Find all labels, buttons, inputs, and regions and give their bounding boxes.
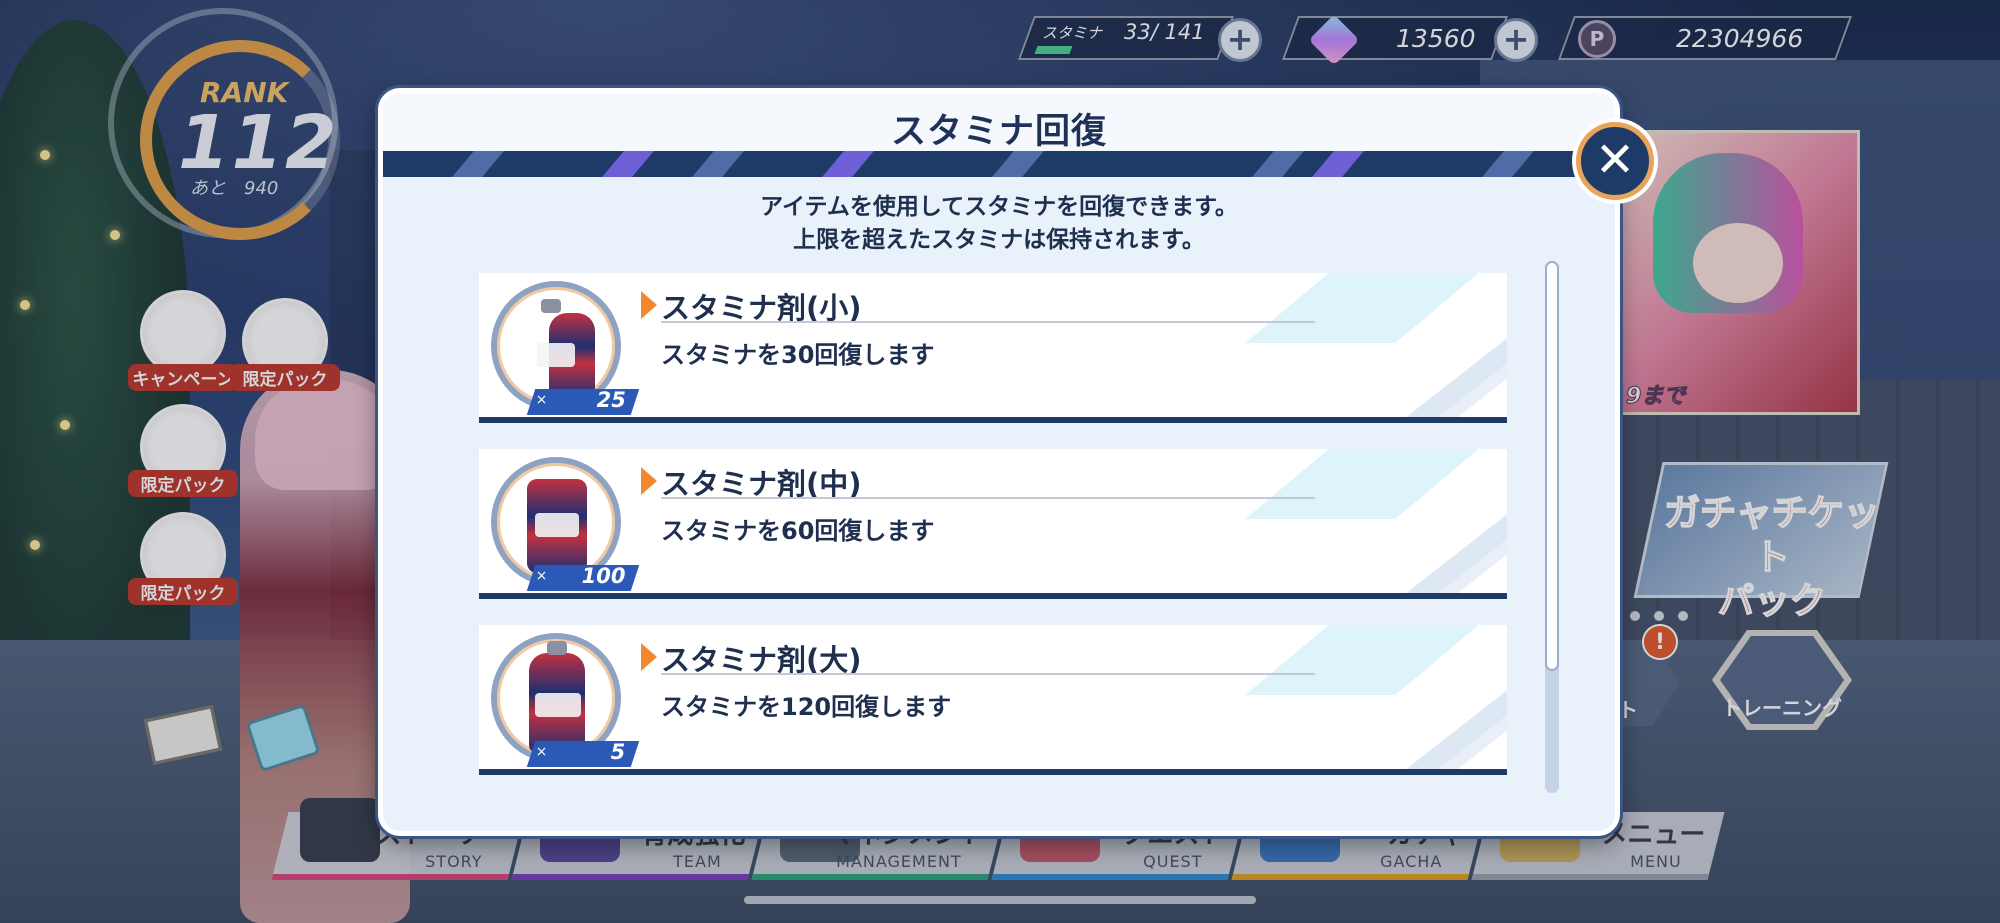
close-button[interactable]: ✕ [1576,122,1654,200]
stamina-recovery-dialog: スタミナ回復 アイテムを使用してスタミナを回復できます。 上限を超えたスタミナは… [378,88,1620,836]
item-count: 5 [611,740,626,764]
dialog-description-line1: アイテムを使用してスタミナを回復できます。 [760,194,1238,220]
item-arrow-icon [641,467,657,495]
dialog-description: アイテムを使用してスタミナを回復できます。 上限を超えたスタミナは保持されます。 [383,191,1615,257]
item-description: スタミナを60回復します [661,517,935,545]
scrollbar-thumb[interactable] [1545,261,1559,671]
item-count-badge: × 25 [526,388,640,415]
item-count: 100 [581,564,626,588]
item-count-badge: × 5 [526,740,640,767]
item-list: × 25 スタミナ剤(小) スタミナを30回復します × 100 スタミナ剤(中… [479,273,1507,801]
item-description: スタミナを120回復します [661,693,952,721]
dialog-description-line2: 上限を超えたスタミナは保持されます。 [793,227,1205,253]
close-icon: ✕ [1594,132,1636,188]
dialog-title: スタミナ回復 [890,112,1107,152]
dialog-header-band [383,151,1615,177]
list-item-stamina-medium[interactable]: × 100 スタミナ剤(中) スタミナを60回復します [479,449,1507,599]
scrollbar[interactable] [1545,261,1559,793]
item-count: 25 [596,388,626,412]
item-count-badge: × 100 [526,564,640,591]
item-arrow-icon [641,643,657,671]
list-item-stamina-small[interactable]: × 25 スタミナ剤(小) スタミナを30回復します [479,273,1507,423]
item-description: スタミナを30回復します [661,341,935,369]
list-item-stamina-large[interactable]: × 5 スタミナ剤(大) スタミナを120回復します [479,625,1507,775]
item-arrow-icon [641,291,657,319]
